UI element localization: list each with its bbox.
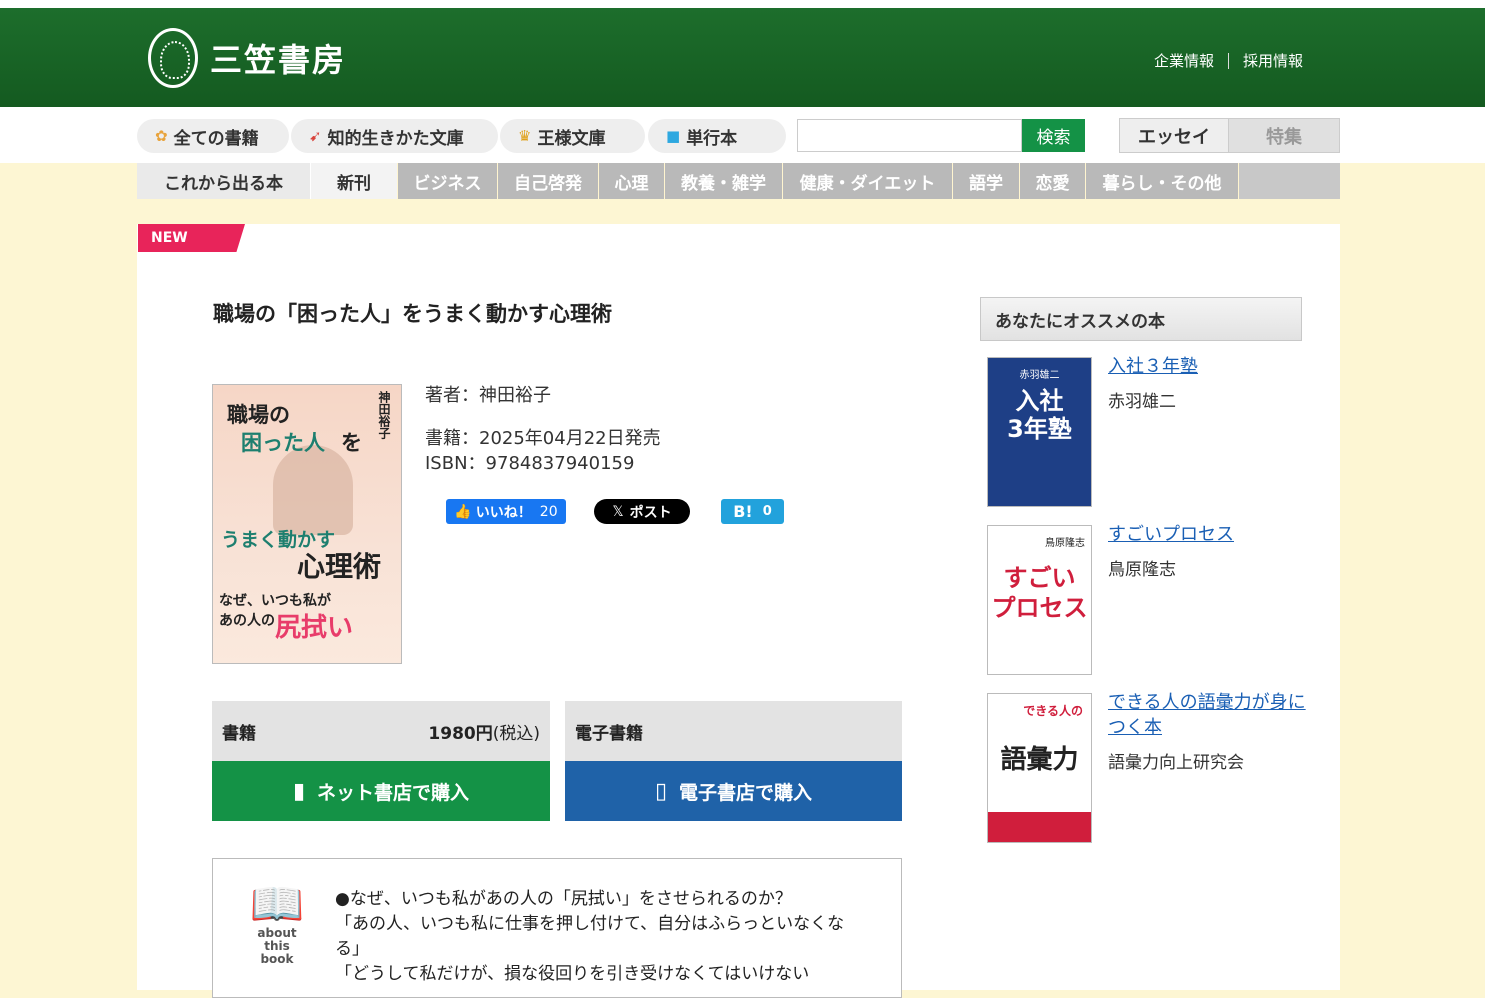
book-icon: ■ (666, 127, 681, 145)
cover-tagline-3: 尻拭い (275, 613, 354, 643)
nav-all-books[interactable]: ✿ 全ての書籍 (137, 119, 289, 153)
tab-essay[interactable]: エッセイ (1119, 118, 1229, 153)
about-description: ●なぜ、いつも私があの人の「尻拭い」をさせられるのか？ 「あの人、いつも私に仕事… (335, 889, 845, 984)
recommend-heading: あなたにオススメの本 (980, 297, 1302, 341)
like-count: 20 (539, 503, 558, 520)
buy-online-store-button[interactable]: ▮ ネット書店で購入 (212, 761, 550, 821)
search-input[interactable] (797, 119, 1022, 152)
recruit-info-link[interactable]: 採用情報 (1243, 50, 1303, 71)
site-logo[interactable]: 三笠書房 (148, 26, 346, 90)
like-label: いいね！ (475, 504, 532, 521)
paper-book-header: 書籍 1980円(税込) (212, 701, 550, 761)
book-release-date: 書籍：2025年04月22日発売 (425, 428, 661, 449)
category-new[interactable]: 新刊 (311, 163, 398, 199)
cover-title-line1: 職場の (227, 403, 290, 427)
nav-chiteki-bunko-label: 知的生きかた文庫 (327, 128, 464, 149)
recommend-author-2: 鳥原隆志 (1108, 560, 1176, 580)
category-self-help[interactable]: 自己啓発 (498, 163, 599, 199)
about-this-book: 📖 about this book ●なぜ、いつも私があの人の「尻拭い」をさせら… (212, 858, 902, 998)
swoosh-icon: ➹ (309, 127, 322, 145)
nav-osama-bunko-label: 王様文庫 (537, 128, 606, 149)
buy-ebook-store-label: 電子書店で購入 (679, 781, 813, 804)
recommend-cover-3-sub: できる人の (1023, 704, 1083, 718)
ebook-label: 電子書籍 (575, 723, 643, 744)
price-tax: (税込) (492, 723, 540, 744)
nav-osama-bunko[interactable]: ♛ 王様文庫 (500, 119, 645, 153)
recommend-cover-2-text: すごい プロセス (991, 564, 1088, 622)
x-post-button[interactable]: 𝕏 ポスト (594, 499, 690, 524)
hatena-count: 0 (762, 504, 772, 519)
logo-text: 三笠書房 (210, 41, 347, 79)
category-culture[interactable]: 教養・雑学 (665, 163, 783, 199)
link-divider (1227, 52, 1229, 69)
category-language[interactable]: 語学 (953, 163, 1020, 199)
about-caption-2: book (260, 952, 294, 966)
recommend-title-2[interactable]: すごいプロセス (1108, 522, 1308, 547)
cover-title-line2b: を (341, 431, 362, 455)
post-label: ポスト (629, 504, 672, 521)
recommend-author-1: 赤羽雄二 (1108, 392, 1176, 412)
category-psychology[interactable]: 心理 (599, 163, 665, 199)
hatena-label: B! (733, 502, 753, 521)
recommend-title-1[interactable]: 入社３年塾 (1108, 354, 1308, 379)
recommend-cover-1-text: 入社 3年塾 (1007, 387, 1072, 443)
book-cover[interactable]: 神田裕子 職場の 困った人 を うまく動かす 心理術 なぜ、いつも私が あの人の… (212, 384, 402, 664)
recommend-cover-1-sub: 赤羽雄二 (1019, 370, 1060, 381)
nav-all-books-label: 全ての書籍 (173, 128, 259, 149)
nav-chiteki-bunko[interactable]: ➹ 知的生きかた文庫 (291, 119, 498, 153)
smartphone-icon: ▯ (654, 778, 668, 804)
search-button[interactable]: 検索 (1022, 119, 1085, 152)
x-logo-icon: 𝕏 (612, 503, 624, 520)
recommend-cover-3-band (988, 812, 1091, 842)
nav-tankobon-label: 単行本 (686, 128, 738, 149)
tab-tokushu[interactable]: 特集 (1229, 118, 1340, 153)
new-badge: NEW (138, 224, 245, 252)
category-lifestyle[interactable]: 暮らし・その他 (1086, 163, 1239, 199)
cover-illustration (273, 445, 353, 535)
recommend-cover-3-text: 語彙力 (1000, 745, 1079, 775)
recommend-cover-2-sub: 鳥原隆志 (1045, 538, 1085, 549)
nav-tankobon[interactable]: ■ 単行本 (648, 119, 786, 153)
facebook-like-button[interactable]: 👍 いいね！ 20 (446, 499, 566, 524)
book-open-icon: ▮ (292, 778, 306, 804)
ebook-header: 電子書籍 (565, 701, 902, 761)
about-book-icon: 📖 about this book (247, 883, 307, 966)
cover-tagline-2: あの人の (219, 613, 275, 629)
crown-icon: ♛ (518, 127, 532, 145)
category-business[interactable]: ビジネス (398, 163, 498, 199)
thumbs-up-icon: 👍 (454, 503, 472, 520)
cover-title-line4: 心理術 (297, 550, 382, 583)
cover-title-line2: 困った人 (241, 431, 325, 455)
recommend-title-3[interactable]: できる人の語彙力が身につく本 (1108, 690, 1308, 740)
recommend-cover-2[interactable]: 鳥原隆志 すごい プロセス (987, 525, 1092, 675)
buy-ebook-store-button[interactable]: ▯ 電子書店で購入 (565, 761, 902, 821)
category-upcoming[interactable]: これから出る本 (137, 163, 311, 199)
corporate-info-link[interactable]: 企業情報 (1154, 50, 1214, 71)
recommend-cover-3[interactable]: できる人の 語彙力 (987, 693, 1092, 843)
buy-online-store-label: ネット書店で購入 (317, 781, 470, 804)
recommend-author-3: 語彙力向上研究会 (1108, 753, 1244, 773)
category-health[interactable]: 健康・ダイエット (783, 163, 953, 199)
price-value: 1980円 (428, 723, 493, 744)
main-nav: ✿ 全ての書籍 ➹ 知的生きかた文庫 ♛ 王様文庫 ■ 単行本 検索 エッセイ … (0, 107, 1485, 163)
open-book-icon: 📖 (249, 879, 305, 930)
hatena-bookmark-button[interactable]: B! 0 (721, 499, 784, 524)
header-links: 企業情報 採用情報 (1154, 50, 1303, 71)
about-caption-1: about this (257, 926, 297, 953)
price: 1980円(税込) (428, 719, 540, 744)
flower-icon: ✿ (155, 127, 168, 145)
site-header: 三笠書房 企業情報 採用情報 (0, 8, 1485, 107)
category-romance[interactable]: 恋愛 (1020, 163, 1086, 199)
category-bar: これから出る本 新刊 ビジネス 自己啓発 心理 教養・雑学 健康・ダイエット 語… (137, 163, 1340, 199)
cover-author: 神田裕子 (377, 391, 391, 439)
paper-book-label: 書籍 (222, 723, 256, 744)
logo-emblem-icon (148, 28, 198, 88)
book-author: 著者：神田裕子 (425, 385, 551, 406)
book-isbn: ISBN：9784837940159 (425, 453, 635, 474)
recommend-cover-1[interactable]: 赤羽雄二 入社 3年塾 (987, 357, 1092, 507)
book-title: 職場の「困った人」をうまく動かす心理術 (213, 302, 612, 326)
